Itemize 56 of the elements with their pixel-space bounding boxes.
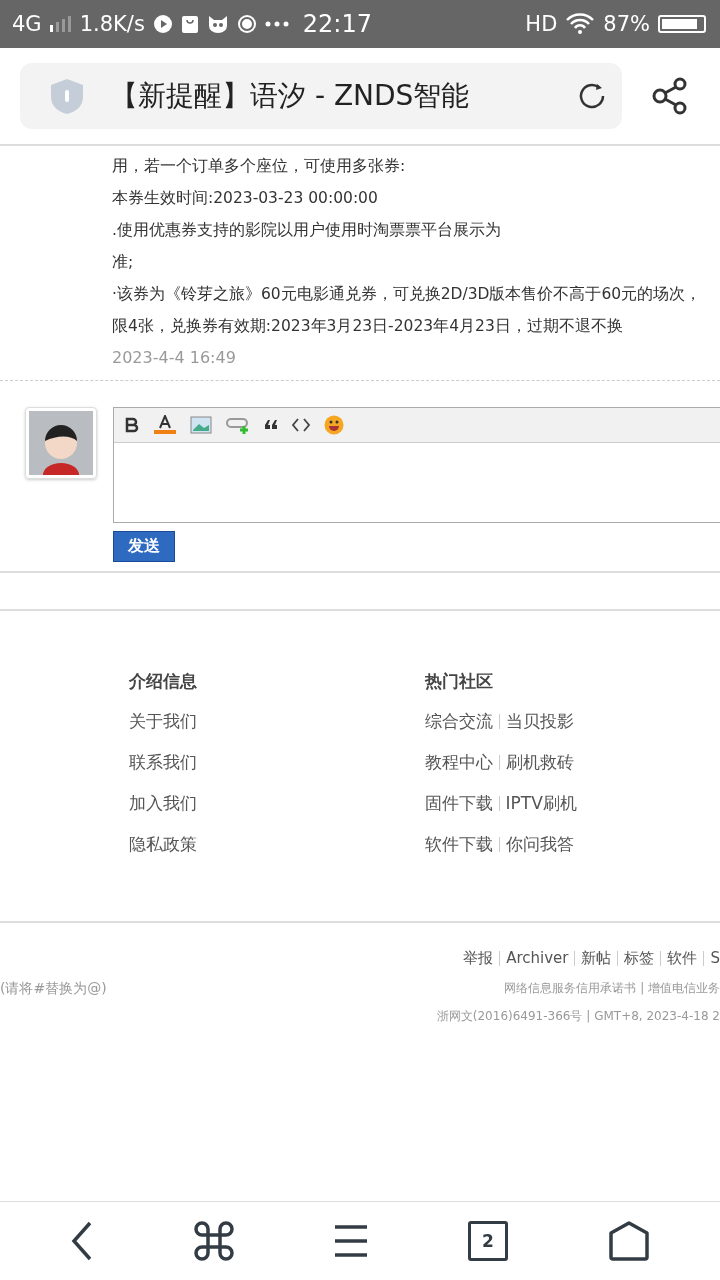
footer-text: 网络信息服务信用承诺书 | 增值电信业务 [504,980,720,997]
network-speed: 1.8K/s [79,12,145,36]
send-button[interactable]: 发送 [113,531,175,562]
hd-indicator: HD [525,12,558,36]
post-text: 准; [112,252,135,273]
post-time: 2023-4-4 16:49 [112,347,237,369]
home-icon[interactable] [608,1221,650,1261]
command-icon[interactable] [194,1221,234,1261]
footer-link[interactable]: S [710,943,720,973]
bag-icon [180,14,199,34]
footer-link[interactable]: 举报 [463,943,494,973]
footer-link[interactable]: 联系我们 [129,742,425,783]
footer-heading: 热门社区 [424,670,494,693]
footer-link[interactable]: 教程中心 [424,742,493,783]
play-icon [152,14,173,34]
post-text: 本券生效时间:2023-03-23 00:00:00 [112,188,379,209]
footer-link[interactable]: 软件下载 [424,824,493,865]
post-text: 用，若一个订单多个座位，可使用多张券: [112,156,407,177]
tab-count-button[interactable]: 2 [468,1221,508,1261]
menu-icon[interactable] [334,1224,368,1258]
contact-note: (请将#替换为@) [0,979,107,998]
footer-link[interactable]: Archiver [506,943,569,973]
footer-link[interactable]: 加入我们 [129,783,425,824]
battery-percent: 87% [603,12,650,36]
clock: 22:17 [302,10,372,38]
page-title: 【新提醒】语汐 - ZNDS智能 [110,78,471,114]
footer-link[interactable]: 综合交流 [424,701,493,742]
post-text: .使用优惠券支持的影院以用户使用时淘票票平台展示为 [112,220,502,241]
footer-link[interactable]: 标签 [624,943,655,973]
signal-icon [49,16,72,32]
footer-link[interactable]: 当贝投影 [505,701,574,742]
address-bar[interactable]: 【新提醒】语汐 - ZNDS智能 [20,63,622,129]
post-text: ·该券为《铃芽之旅》60元电影通兑券，可兑换2D/3D版本售价不高于60元的场次， [112,284,703,305]
footer-heading: 介绍信息 [129,670,198,693]
more-icon [264,21,289,27]
footer-link[interactable]: 固件下载 [424,783,493,824]
bold-icon[interactable] [124,417,140,433]
battery-icon [658,15,706,33]
wifi-icon [565,13,596,35]
footer-link[interactable]: 隐私政策 [129,824,425,865]
shield-icon [48,77,86,115]
share-icon[interactable] [652,77,688,115]
network-type: 4G [12,12,42,36]
footer-link[interactable]: IPTV刷机 [505,783,577,824]
text-color-icon[interactable] [154,415,176,435]
footer-link[interactable]: 关于我们 [129,701,425,742]
footer-link[interactable]: 软件 [667,943,698,973]
footer-link[interactable]: 新帖 [581,943,612,973]
footer-link[interactable]: 你问我答 [505,824,574,865]
code-icon[interactable] [292,417,310,433]
quote-icon[interactable] [264,419,278,431]
smiley-icon[interactable] [324,415,344,435]
footer-link[interactable]: 刷机救砖 [505,742,574,783]
back-icon[interactable] [70,1221,94,1261]
footer-text: 浙网文(2016)6491-366号 | GMT+8, 2023-4-18 2 [435,1008,720,1025]
post-text: 限4张，兑换券有效期:2023年3月23日-2023年4月23日，过期不退不换 [112,316,624,337]
